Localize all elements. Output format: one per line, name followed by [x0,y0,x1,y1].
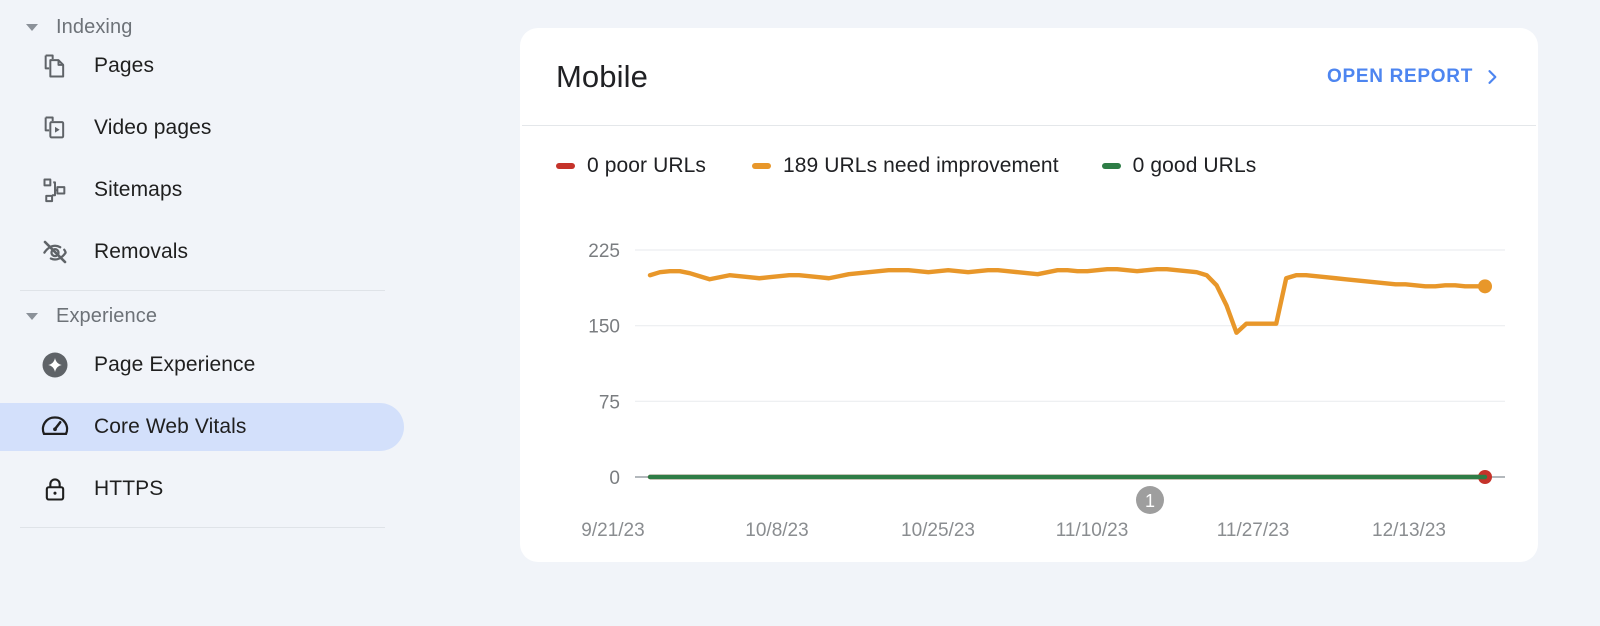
sidebar-item-label: Page Experience [94,353,256,376]
open-report-button[interactable]: OPEN REPORT [1327,66,1502,88]
page-experience-sparkle-icon [38,348,72,382]
sidebar-section-title: Indexing [56,15,133,38]
sidebar-divider [20,290,385,291]
chart-legend: 0 poor URLs 189 URLs need improvement 0 … [520,126,1538,178]
sidebar-section-indexing[interactable]: Indexing [0,12,440,42]
series-line [647,266,1488,335]
sidebar-item-label: Video pages [94,116,212,139]
https-lock-icon [38,472,72,506]
caret-down-icon [26,312,38,320]
sidebar-section-title: Experience [56,304,158,327]
sidebar-item-core-web-vitals[interactable]: Core Web Vitals [0,403,440,451]
x-axis-tick: 12/13/23 [1372,520,1446,541]
legend-item-poor[interactable]: 0 poor URLs [556,154,706,178]
chart-y-axis-labels: 0 75 150 225 [588,241,620,489]
caret-down-icon [26,23,38,31]
sidebar-section-experience[interactable]: Experience [0,301,440,331]
sidebar-item-page-experience[interactable]: Page Experience [0,341,440,389]
y-axis-tick: 75 [599,392,620,413]
legend-item-good[interactable]: 0 good URLs [1101,154,1257,178]
chevron-right-icon [1482,67,1502,87]
chart-x-axis-labels: 9/21/23 10/8/23 10/25/23 11/10/23 11/27/23 12… [581,520,1446,541]
x-axis-tick: 9/21/23 [581,520,644,541]
sidebar-item-label: Removals [94,240,189,263]
open-report-label: OPEN REPORT [1327,65,1473,87]
chart-svg: 0 75 150 225 9/21/23 10/8/23 10/25/23 11/10/23… [581,241,1505,541]
legend-label-good: 0 good URLs [1132,154,1257,177]
legend-swatch-good [1101,163,1121,169]
page-title: Mobile [556,58,648,94]
sidebar-item-label: Sitemaps [94,178,183,201]
chart-annotations: 1 [1136,486,1164,514]
legend-item-need-improvement[interactable]: 189 URLs need improvement [752,154,1059,178]
x-axis-tick: 11/10/23 [1056,520,1129,541]
sidebar-item-pages[interactable]: Pages [0,42,440,90]
x-axis-tick: 11/27/23 [1217,520,1290,541]
chart-series [647,266,1492,484]
sidebar-item-https[interactable]: HTTPS [0,465,440,513]
y-axis-tick: 225 [588,241,620,262]
core-web-vitals-gauge-icon [38,410,72,444]
annotation-badge-label: 1 [1145,491,1155,511]
y-axis-tick: 0 [609,468,620,489]
video-pages-icon [38,111,72,145]
card-header: Mobile OPEN REPORT [520,28,1538,125]
legend-swatch-need-improvement [752,163,771,169]
sidebar-item-label: Pages [94,54,155,77]
legend-label-poor: 0 poor URLs [587,154,706,177]
y-axis-tick: 150 [588,317,620,338]
removals-eye-off-icon [38,235,72,269]
sitemaps-icon [38,173,72,207]
legend-label-need-improvement: 189 URLs need improvement [783,154,1059,177]
sidebar: Indexing Pages Video pages Sitemaps Remo… [0,0,440,626]
sidebar-item-label: Core Web Vitals [94,415,247,438]
series-end-dot [1478,279,1492,294]
pages-icon [38,49,72,83]
x-axis-tick: 10/25/23 [901,520,975,541]
sidebar-divider [20,527,385,528]
x-axis-tick: 10/8/23 [745,520,808,541]
sidebar-item-video-pages[interactable]: Video pages [0,104,440,152]
sidebar-item-sitemaps[interactable]: Sitemaps [0,166,440,214]
legend-swatch-poor [556,163,575,169]
core-web-vitals-mobile-card: Mobile OPEN REPORT 0 poor URLs 189 URLs … [520,28,1538,562]
core-web-vitals-chart[interactable]: 0 75 150 225 9/21/23 10/8/23 10/25/23 11/10/23… [520,178,1538,543]
sidebar-item-removals[interactable]: Removals [0,228,440,276]
sidebar-item-label: HTTPS [94,477,164,500]
